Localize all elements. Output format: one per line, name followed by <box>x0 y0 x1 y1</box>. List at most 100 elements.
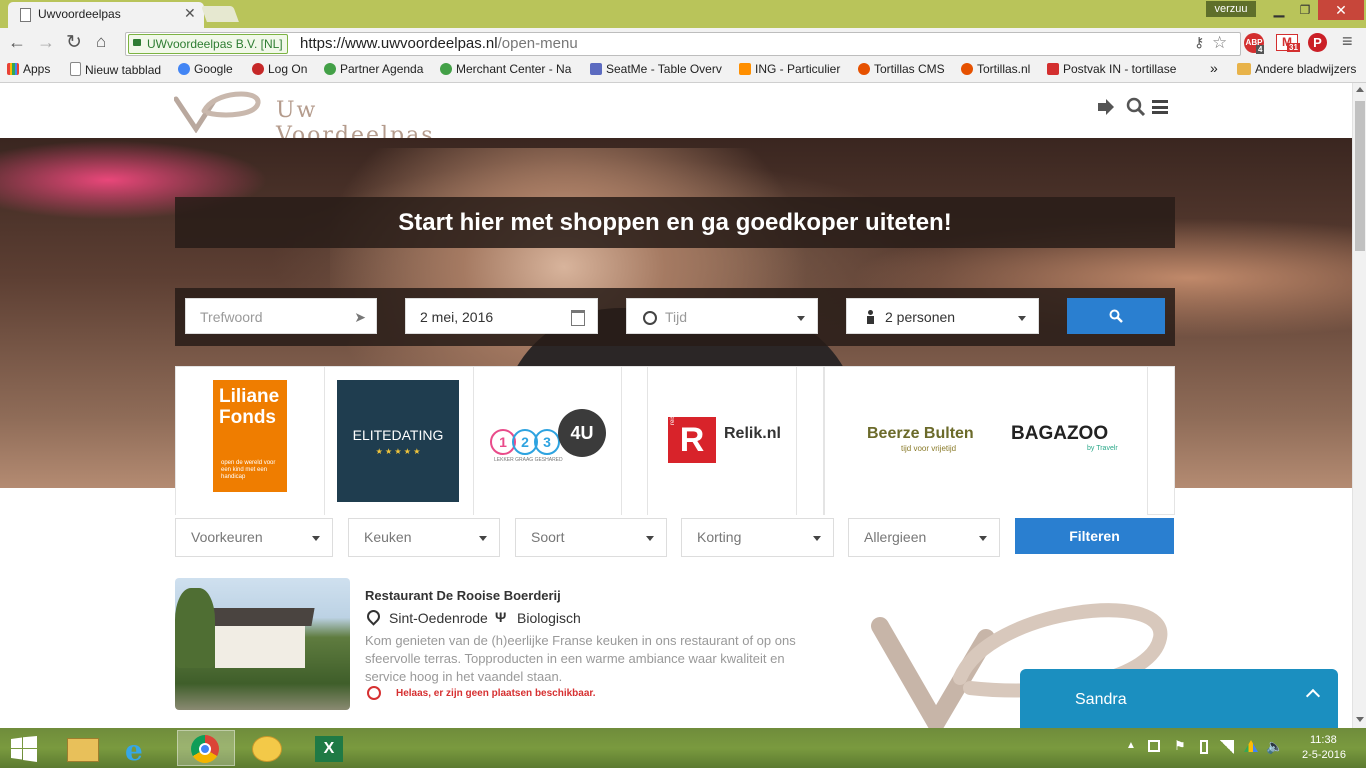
bookmark-label: Andere bladwijzers <box>1255 62 1357 76</box>
tray-show-hidden-icon[interactable]: ▲ <box>1126 740 1136 751</box>
close-window-button[interactable]: ✕ <box>1318 0 1364 20</box>
restaurant-name[interactable]: Restaurant De Rooise Boerderij <box>365 588 561 603</box>
tray-volume-icon[interactable]: 🔈 <box>1266 738 1283 755</box>
outlook-calendar-icon[interactable] <box>240 730 292 766</box>
bookmark-label: Nieuw tabblad <box>85 63 162 77</box>
url-text: https://www.uwvoordeelpas.nl/open-menu <box>300 35 578 52</box>
back-icon[interactable]: ← <box>8 32 26 53</box>
filter-soort[interactable]: Soort <box>515 518 667 557</box>
filter-keuken[interactable]: Keuken <box>348 518 500 557</box>
photo-tree <box>175 588 215 668</box>
scroll-up-arrow[interactable] <box>1356 87 1364 92</box>
adblock-icon[interactable]: ABP 4 <box>1244 33 1265 54</box>
excel-icon[interactable]: X <box>302 730 354 766</box>
bookmark-tortillas-nl[interactable]: Tortillas.nl <box>961 62 1030 76</box>
partner-beerze-bulten[interactable]: Beerze Bulten tijd voor vrijetijd <box>824 367 1000 515</box>
bookmark-partner-agenda[interactable]: Partner Agenda <box>324 62 423 76</box>
file-explorer-icon[interactable] <box>57 730 109 766</box>
clock-date[interactable]: 2-5-2016 <box>1302 749 1346 761</box>
chevron-up-icon[interactable] <box>1305 688 1321 704</box>
home-icon[interactable]: ⌂ <box>96 32 106 52</box>
filter-korting[interactable]: Korting <box>681 518 834 557</box>
filter-allergieen[interactable]: Allergieen <box>848 518 1000 557</box>
tab-close-icon[interactable]: ✕ <box>184 5 196 22</box>
partner-elitedating[interactable]: ELITEDATING ★ ★ ★ ★ ★ <box>325 367 474 515</box>
page-icon <box>20 8 31 22</box>
tray-signal-icon[interactable] <box>1220 740 1234 754</box>
hamburger-menu-icon[interactable] <box>1152 100 1168 114</box>
partner-liliane-fonds[interactable]: Liliane Fonds open de wereld voor een ki… <box>176 367 325 515</box>
new-tab-button[interactable] <box>201 6 239 22</box>
gmail-icon[interactable]: M 31 <box>1276 34 1300 52</box>
time-select[interactable]: Tijd <box>626 298 818 334</box>
tray-windows-icon[interactable] <box>1148 740 1160 752</box>
folder-icon <box>1237 63 1251 75</box>
page-scrollbar[interactable] <box>1352 83 1366 728</box>
maximize-button[interactable]: ❐ <box>1292 2 1318 20</box>
tray-flag-icon[interactable]: ⚑ <box>1174 738 1186 754</box>
chrome-menu-icon[interactable]: ≡ <box>1342 31 1353 52</box>
elitedating-text: ELITEDATING <box>352 427 444 443</box>
map-marker-icon <box>364 607 383 626</box>
reload-icon[interactable]: ↻ <box>66 31 82 54</box>
bookmark-apps[interactable]: Apps <box>7 62 50 76</box>
digit-3: 3 <box>534 429 560 455</box>
pinterest-icon[interactable]: P <box>1308 33 1327 52</box>
bookmark-star-icon[interactable]: ☆ <box>1212 33 1227 53</box>
scroll-down-arrow[interactable] <box>1356 717 1364 722</box>
address-bar[interactable]: UWvoordeelpas B.V. [NL] https://www.uwvo… <box>125 32 1241 56</box>
bookmark-new-tab[interactable]: Nieuw tabblad <box>70 62 161 77</box>
bookmark-postvak[interactable]: Postvak IN - tortillase <box>1047 62 1176 76</box>
restaurant-card[interactable]: Restaurant De Rooise Boerderij Sint-Oede… <box>175 578 835 710</box>
cutlery-icon: Ψ <box>495 609 507 625</box>
login-icon[interactable] <box>1096 97 1116 117</box>
persons-select[interactable]: 2 personen <box>846 298 1039 334</box>
clock-alert-icon <box>367 686 381 700</box>
chat-widget[interactable]: Sandra <box>1020 669 1338 729</box>
bookmark-other-folder[interactable]: Andere bladwijzers <box>1237 62 1356 76</box>
hero-title: Start hier met shoppen en ga goedkoper u… <box>398 209 952 236</box>
restaurant-photo[interactable] <box>175 578 350 710</box>
date-input[interactable]: 2 mei, 2016 <box>405 298 598 334</box>
bookmark-merchant-center[interactable]: Merchant Center - Na <box>440 62 571 76</box>
keyword-input[interactable]: Trefwoord ➤ <box>185 298 377 334</box>
search-icon[interactable] <box>1126 97 1146 117</box>
bookmark-google[interactable]: Google <box>178 62 233 76</box>
tray-battery-icon[interactable] <box>1200 740 1208 754</box>
bookmark-log-on[interactable]: Log On <box>252 62 307 76</box>
relik-logo: R reisburo Relik.nl <box>668 403 781 465</box>
bookmark-ing[interactable]: ING - Particulier <box>739 62 840 76</box>
clock-icon <box>643 311 657 325</box>
key-icon[interactable]: ⚷ <box>1194 34 1204 51</box>
ssl-badge[interactable]: UWvoordeelpas B.V. [NL] <box>128 34 288 54</box>
bagazoo-tagline: by Travelr <box>1087 445 1118 452</box>
bookmarks-overflow-button[interactable]: » <box>1210 60 1218 76</box>
bookmark-seatme[interactable]: SeatMe - Table Overv <box>590 62 722 76</box>
clock-time[interactable]: 11:38 <box>1310 734 1337 746</box>
bookmark-tortillas-cms[interactable]: Tortillas CMS <box>858 62 945 76</box>
restaurant-kitchen: Biologisch <box>517 610 581 626</box>
filter-submit-button[interactable]: Filteren <box>1015 518 1174 554</box>
partner-1234u[interactable]: 1 2 3 4U LEKKER GRAAG GESHARED <box>474 367 622 515</box>
tray-drive-icon[interactable] <box>1244 740 1258 752</box>
chevron-down-icon <box>979 536 987 541</box>
liliane-line1: Liliane <box>219 386 280 407</box>
internet-explorer-icon[interactable]: e <box>114 730 166 767</box>
windows-start-button[interactable] <box>0 730 52 766</box>
partner-bagazoo[interactable]: BAGAZOO by Travelr <box>999 367 1148 515</box>
partner-relik[interactable]: R reisburo Relik.nl <box>648 367 797 515</box>
chrome-icon[interactable] <box>177 730 235 766</box>
bookmark-label: Tortillas CMS <box>874 62 945 76</box>
search-submit-button[interactable] <box>1067 298 1165 334</box>
filter-voorkeuren[interactable]: Voorkeuren <box>175 518 333 557</box>
scrollbar-thumb[interactable] <box>1355 101 1365 251</box>
profile-name: verzuu <box>1214 3 1248 15</box>
person-icon <box>867 310 874 324</box>
partner-empty-2 <box>797 367 824 515</box>
browser-tab[interactable]: Uwvoordeelpas ✕ <box>8 2 204 28</box>
site-logo[interactable]: Uw Voordeelpas <box>174 89 454 148</box>
tortillas-icon <box>961 63 973 75</box>
1234u-tagline: LEKKER GRAAG GESHARED <box>494 457 563 463</box>
forward-icon[interactable]: → <box>37 32 55 53</box>
minimize-button[interactable]: ▁ <box>1266 2 1292 20</box>
